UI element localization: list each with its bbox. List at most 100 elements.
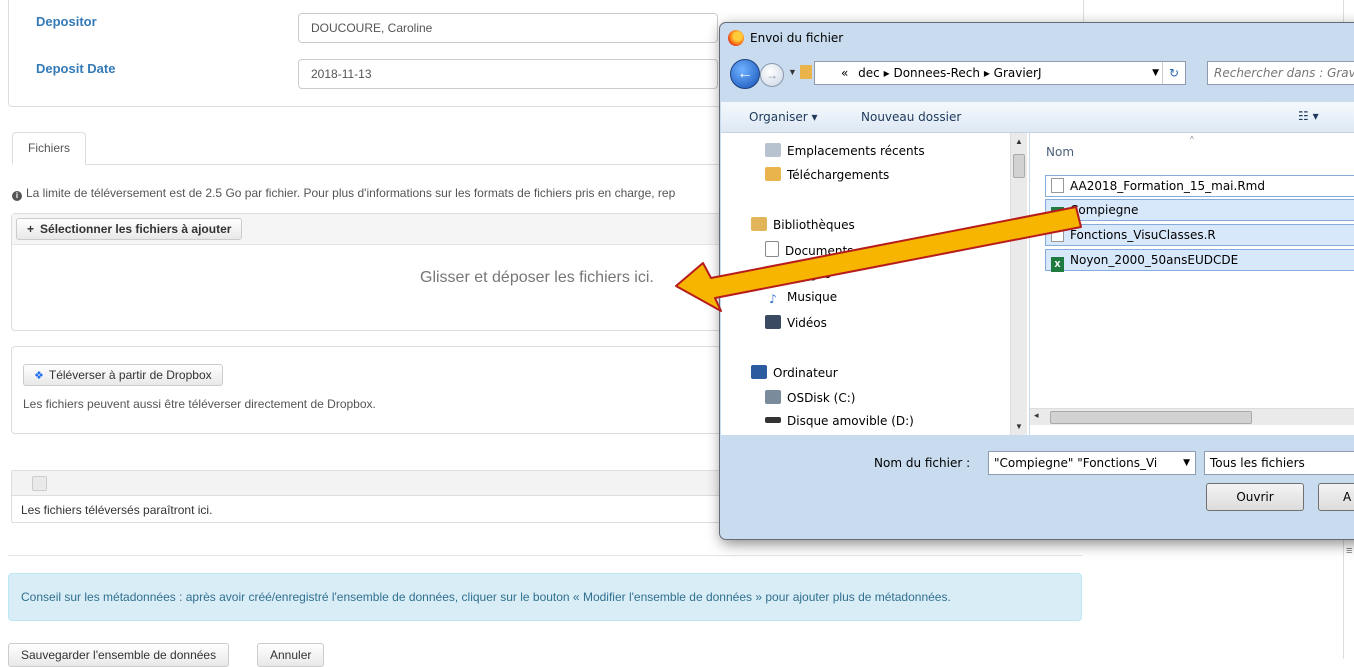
dialog-toolbar: Organiser ▾ Nouveau dossier ☷ ▾ [721, 102, 1354, 133]
breadcrumb-gravierj[interactable]: GravierJ [994, 66, 1042, 80]
libraries-icon [751, 217, 767, 231]
nav-music-label: Musique [787, 290, 838, 304]
file-name: Noyon_2000_50ansEUDCDE [1070, 253, 1239, 267]
filetype-select[interactable]: Tous les fichiers [1204, 451, 1354, 475]
breadcrumb-overflow[interactable]: « [841, 66, 848, 80]
breadcrumb-donnees-rech[interactable]: Donnees-Rech [893, 66, 980, 80]
depositor-label: Depositor [36, 14, 97, 29]
nav-computer-label: Ordinateur [773, 366, 838, 380]
new-folder-button[interactable]: Nouveau dossier [861, 110, 961, 124]
documents-icon [765, 241, 779, 257]
nav-recent-label: Emplacements récents [787, 144, 925, 158]
dropbox-icon: ❖ [34, 370, 44, 382]
nav-downloads[interactable]: Téléchargements [765, 167, 889, 182]
nav-osdisk-label: OSDisk (C:) [787, 391, 856, 405]
document-icon [1051, 178, 1064, 193]
os-disk-icon [765, 390, 781, 404]
nav-libraries[interactable]: Bibliothèques [751, 217, 855, 232]
navigation-pane: Emplacements récents Téléchargements Bib… [721, 133, 1029, 435]
file-row-selected[interactable]: Fonctions_VisuClasses.R [1045, 224, 1354, 246]
select-all-checkbox[interactable] [32, 476, 47, 491]
images-icon [765, 266, 781, 280]
file-upload-dialog: Envoi du fichier ← → ▼ « dec ▸ Donnees-R… [719, 22, 1354, 540]
file-name: AA2018_Formation_15_mai.Rmd [1070, 179, 1265, 193]
open-button[interactable]: Ouvrir [1206, 483, 1304, 511]
nav-images[interactable]: Images [765, 266, 831, 281]
info-icon: i [12, 191, 22, 201]
select-files-button[interactable]: + Sélectionner les fichiers à ajouter [16, 218, 243, 240]
cancel-button[interactable]: Annuler [257, 643, 325, 667]
breadcrumb-chevron-icon: ▸ [883, 66, 894, 80]
music-note-icon: ♪ [769, 292, 777, 306]
dropbox-help-text: Les fichiers peuvent aussi être télévers… [23, 397, 376, 411]
navigation-scrollbar[interactable]: ▲ ▼ [1010, 133, 1027, 435]
nav-recent-places[interactable]: Emplacements récents [765, 143, 925, 158]
excel-icon: X [1051, 257, 1064, 272]
file-list-h-scrollbar[interactable]: ◂ [1030, 408, 1354, 425]
firefox-icon [728, 30, 744, 46]
breadcrumb-chevron-icon: ▸ [983, 66, 994, 80]
removable-disk-icon [765, 417, 781, 423]
depositor-field[interactable]: DOUCOURE, Caroline [298, 13, 718, 43]
sort-ascending-icon: ^ [1190, 135, 1194, 144]
save-dataset-button[interactable]: Sauvegarder l'ensemble de données [8, 643, 230, 667]
dropbox-upload-label: Téléverser à partir de Dropbox [48, 368, 212, 382]
dropbox-upload-button[interactable]: ❖ Téléverser à partir de Dropbox [23, 364, 223, 386]
scroll-up-icon[interactable]: ▲ [1011, 137, 1027, 146]
nav-music[interactable]: ♪ Musique [765, 290, 837, 306]
search-input[interactable]: Rechercher dans : Grav [1207, 61, 1354, 85]
computer-icon [751, 365, 767, 379]
tab-fichiers[interactable]: Fichiers [12, 132, 86, 165]
address-dropdown-icon[interactable]: ▼ [1152, 62, 1159, 84]
file-name: Compiegne [1070, 203, 1139, 217]
deposit-date-field[interactable]: 2018-11-13 [298, 59, 718, 89]
file-row[interactable]: AA2018_Formation_15_mai.Rmd [1045, 175, 1354, 197]
organize-menu[interactable]: Organiser ▾ [749, 110, 817, 124]
deposit-date-label: Deposit Date [36, 61, 116, 76]
nav-documents[interactable]: Documents [765, 241, 853, 258]
filename-input[interactable]: "Compiegne" "Fonctions_Vi ▼ [988, 451, 1196, 475]
nav-libraries-label: Bibliothèques [773, 218, 855, 232]
nav-images-label: Images [787, 267, 831, 281]
column-header-name[interactable]: Nom [1046, 145, 1074, 159]
nav-downloads-label: Téléchargements [787, 168, 890, 182]
file-name: Fonctions_VisuClasses.R [1070, 228, 1216, 242]
files-table-empty-text: Les fichiers téléversés paraîtront ici. [21, 503, 213, 517]
upload-limit-info: i La limite de téléversement est de 2.5 G… [12, 186, 675, 201]
forward-button[interactable]: → [760, 63, 784, 87]
nav-removable-disk[interactable]: Disque amovible (D:) [765, 414, 914, 428]
nav-videos[interactable]: Vidéos [765, 315, 827, 330]
plus-icon: + [27, 222, 35, 236]
downloads-folder-icon [765, 167, 781, 181]
filename-label: Nom du fichier : [874, 456, 971, 470]
nav-videos-label: Vidéos [787, 316, 827, 330]
metadata-tip-alert: Conseil sur les métadonnées : après avoi… [8, 573, 1082, 621]
select-files-label: Sélectionner les fichiers à ajouter [40, 222, 232, 236]
filename-dropdown-icon[interactable]: ▼ [1183, 452, 1190, 474]
nav-removable-label: Disque amovible (D:) [787, 414, 914, 428]
recent-locations-dropdown-icon[interactable]: ▼ [788, 67, 797, 77]
scroll-left-icon[interactable]: ◂ [1034, 410, 1039, 421]
folder-icon [800, 65, 812, 79]
view-options-icon[interactable]: ☷ ▾ [1298, 109, 1319, 123]
nav-documents-label: Documents [785, 244, 854, 258]
upload-limit-text: La limite de téléversement est de 2.5 Go… [26, 186, 676, 200]
nav-computer[interactable]: Ordinateur [751, 365, 838, 380]
scroll-grip-icon: ≡ [1346, 545, 1353, 557]
recent-places-icon [765, 143, 781, 157]
dialog-title: Envoi du fichier [750, 31, 844, 45]
scroll-thumb[interactable] [1013, 154, 1025, 178]
scroll-down-icon[interactable]: ▼ [1015, 422, 1023, 431]
document-icon [1051, 227, 1064, 242]
excel-icon: X [1051, 207, 1064, 222]
nav-osdisk[interactable]: OSDisk (C:) [765, 390, 855, 405]
dialog-cancel-button[interactable]: A [1318, 483, 1354, 511]
drop-zone-text: Glisser et déposer les fichiers ici. [420, 269, 654, 286]
file-row-selected[interactable]: X Compiegne [1045, 199, 1354, 222]
refresh-icon[interactable]: ↻ [1162, 62, 1185, 84]
address-bar[interactable]: « dec ▸ Donnees-Rech ▸ GravierJ ▼ ↻ [814, 61, 1186, 85]
h-scroll-thumb[interactable] [1050, 411, 1252, 424]
breadcrumb-dec[interactable]: dec [858, 66, 880, 80]
file-row-selected[interactable]: X Noyon_2000_50ansEUDCDE [1045, 249, 1354, 272]
back-button[interactable]: ← [730, 59, 760, 89]
